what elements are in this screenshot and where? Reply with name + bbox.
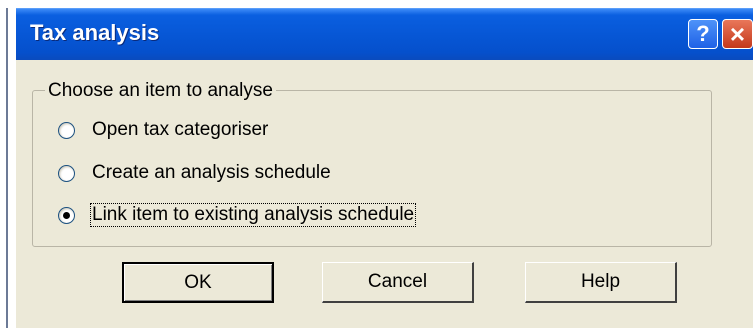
background-divider bbox=[6, 8, 8, 328]
window-title: Tax analysis bbox=[30, 20, 160, 45]
option-label: Open tax categoriser bbox=[92, 119, 269, 140]
option-label: Create an analysis schedule bbox=[92, 162, 331, 183]
close-glyph: × bbox=[729, 19, 746, 49]
help-button[interactable]: Help bbox=[525, 262, 677, 303]
close-icon[interactable]: × bbox=[722, 19, 753, 49]
title-bar[interactable]: Tax analysis ? × bbox=[16, 8, 753, 60]
cancel-button[interactable]: Cancel bbox=[322, 262, 474, 303]
help-glyph: ? bbox=[696, 21, 710, 46]
option-open-tax-categoriser[interactable]: Open tax categoriser bbox=[58, 117, 269, 143]
radio-dot bbox=[63, 211, 70, 219]
background-left-edge bbox=[0, 0, 16, 328]
option-label: Link item to existing analysis schedule bbox=[89, 203, 417, 227]
radio-button[interactable] bbox=[58, 206, 75, 224]
radio-button[interactable] bbox=[58, 121, 75, 139]
ok-button[interactable]: OK bbox=[122, 262, 274, 303]
group-legend: Choose an item to analyse bbox=[45, 80, 276, 102]
option-create-analysis-schedule[interactable]: Create an analysis schedule bbox=[58, 160, 332, 186]
option-link-existing-schedule[interactable]: Link item to existing analysis schedule bbox=[58, 202, 417, 228]
help-icon[interactable]: ? bbox=[688, 19, 718, 49]
radio-button[interactable] bbox=[58, 164, 75, 182]
